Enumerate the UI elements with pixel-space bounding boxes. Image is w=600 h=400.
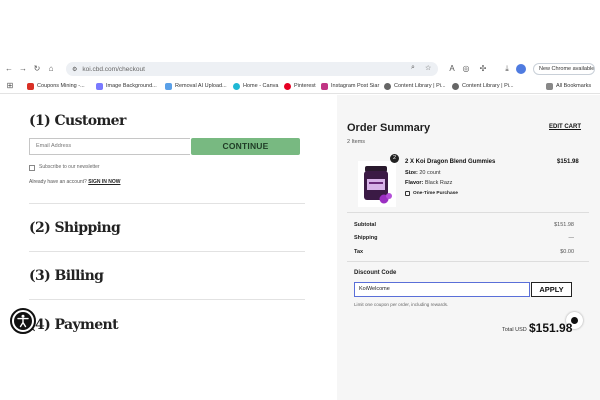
email-input[interactable]: Email Address bbox=[29, 138, 190, 155]
extension-icon[interactable]: ◎ bbox=[459, 60, 473, 78]
continue-button[interactable]: CONTINUE bbox=[191, 138, 300, 155]
bookmark-favicon-icon bbox=[27, 82, 34, 90]
product-image bbox=[358, 161, 396, 207]
newsletter-checkbox[interactable] bbox=[29, 165, 35, 171]
divider bbox=[29, 299, 305, 300]
total-label: Total USD bbox=[502, 327, 527, 333]
order-summary-panel: Order Summary EDIT CART 2 Items 2 2 X Ko… bbox=[337, 95, 600, 400]
bookmark-item[interactable]: Coupons Mining -... bbox=[27, 78, 85, 94]
bookmarks-bar: ⊞ Coupons Mining -... Image Background..… bbox=[0, 78, 600, 94]
bookmark-star-icon[interactable]: ☆ bbox=[425, 64, 431, 72]
blank-area bbox=[0, 0, 600, 60]
shipping-value: — bbox=[568, 235, 575, 241]
puzzle-icon[interactable]: ✣ bbox=[476, 60, 490, 78]
url-text: koi.cbd.com/checkout bbox=[82, 65, 145, 73]
shipping-title: (2) Shipping bbox=[29, 220, 121, 236]
all-bookmarks[interactable]: All Bookmarks bbox=[546, 78, 591, 94]
customer-title: (1) Customer bbox=[29, 113, 126, 129]
new-chrome-button[interactable]: New Chrome available bbox=[533, 63, 595, 75]
download-icon[interactable]: ⤓ bbox=[500, 60, 514, 78]
bookmark-favicon-icon bbox=[384, 82, 391, 90]
home-icon[interactable]: ⌂ bbox=[44, 60, 58, 78]
bookmark-item[interactable]: Home - Canva bbox=[233, 78, 278, 94]
tax-value: $0.00 bbox=[560, 249, 574, 255]
product-flavor: Flavor: Black Razz bbox=[405, 180, 453, 186]
bookmark-favicon-icon bbox=[284, 82, 291, 90]
discount-code-label: Discount Code bbox=[354, 270, 397, 276]
folder-icon bbox=[546, 82, 553, 90]
apps-icon[interactable]: ⊞ bbox=[3, 78, 17, 94]
bookmark-favicon-icon bbox=[165, 82, 172, 90]
newsletter-label: Subscribe to our newsletter bbox=[39, 163, 100, 170]
product-size: Size: 20 count bbox=[405, 170, 441, 176]
sign-in-link[interactable]: SIGN IN NOW bbox=[88, 179, 120, 185]
address-bar[interactable]: ⚙ koi.cbd.com/checkout ⌕ ☆ bbox=[66, 62, 438, 76]
bookmark-favicon-icon bbox=[452, 82, 459, 90]
divider bbox=[29, 203, 305, 204]
bookmark-favicon-icon bbox=[321, 82, 328, 90]
apply-button[interactable]: APPLY bbox=[531, 282, 572, 297]
divider bbox=[29, 251, 305, 252]
product-price: $151.98 bbox=[557, 159, 579, 165]
back-icon[interactable]: ← bbox=[2, 60, 16, 78]
checkout-steps: (1) Customer Email Address CONTINUE Subs… bbox=[0, 95, 337, 400]
calendar-icon bbox=[405, 191, 410, 196]
subtotal-value: $151.98 bbox=[554, 222, 574, 228]
payment-title: (4) Payment bbox=[29, 317, 119, 333]
subtotal-label: Subtotal bbox=[354, 222, 376, 228]
bookmark-item[interactable]: Removal AI Upload... bbox=[165, 78, 227, 94]
coupon-limit-note: Limit one coupon per order, including re… bbox=[354, 302, 449, 307]
purchase-type: One-Time Purchase bbox=[405, 191, 458, 196]
total-value: $151.98 bbox=[529, 321, 573, 335]
accessibility-icon bbox=[14, 312, 32, 330]
edit-cart-link[interactable]: EDIT CART bbox=[549, 124, 581, 130]
reload-icon[interactable]: ↻ bbox=[30, 60, 44, 78]
zoom-icon[interactable]: ⌕ bbox=[411, 64, 415, 72]
accessibility-button[interactable] bbox=[10, 308, 36, 334]
discount-code-input[interactable]: KoiWelcome bbox=[354, 282, 530, 297]
tax-label: Tax bbox=[354, 249, 364, 255]
site-info-icon[interactable]: ⚙ bbox=[72, 66, 77, 73]
divider bbox=[347, 212, 589, 213]
divider bbox=[347, 261, 589, 262]
bookmark-item[interactable]: Pinterest bbox=[284, 78, 316, 94]
bookmark-favicon-icon bbox=[233, 82, 240, 90]
screenshot: ← → ↻ ⌂ ⚙ koi.cbd.com/checkout ⌕ ☆ A ◎ ✣… bbox=[0, 0, 600, 400]
bookmark-item[interactable]: Content Library | Pi... bbox=[452, 78, 514, 94]
profile-avatar[interactable] bbox=[516, 64, 526, 74]
translate-icon[interactable]: A bbox=[445, 60, 459, 78]
bookmark-item[interactable]: Instagram Post Siar bbox=[321, 78, 379, 94]
account-prompt: Already have an account? SIGN IN NOW bbox=[29, 179, 121, 185]
bookmark-item[interactable]: Content Library | Pi... bbox=[384, 78, 446, 94]
quantity-badge: 2 bbox=[390, 154, 399, 163]
items-count: 2 Items bbox=[347, 139, 366, 145]
bookmark-item[interactable]: Image Background... bbox=[96, 78, 157, 94]
order-summary-title: Order Summary bbox=[347, 122, 431, 134]
shipping-label: Shipping bbox=[354, 235, 378, 241]
bookmark-favicon-icon bbox=[96, 82, 103, 90]
forward-icon[interactable]: → bbox=[16, 60, 30, 78]
browser-toolbar: ← → ↻ ⌂ ⚙ koi.cbd.com/checkout ⌕ ☆ A ◎ ✣… bbox=[0, 60, 600, 78]
product-name: 2 X Koi Dragon Blend Gummies bbox=[405, 159, 496, 165]
billing-title: (3) Billing bbox=[29, 268, 104, 284]
